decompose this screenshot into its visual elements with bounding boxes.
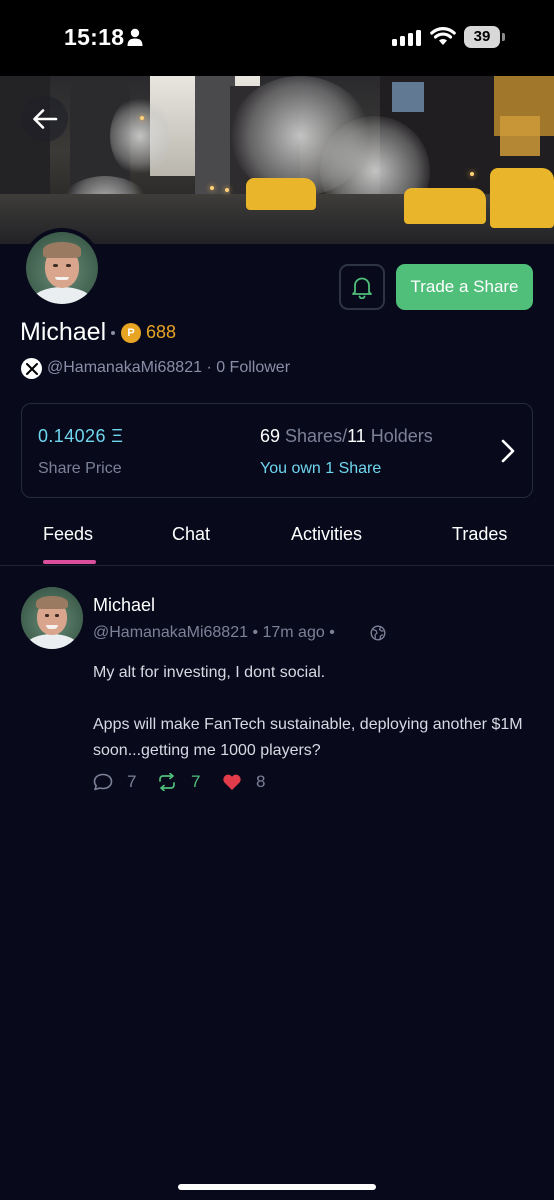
x-logo-icon (21, 358, 42, 379)
globe-icon (370, 625, 386, 641)
person-icon (127, 28, 143, 46)
post-author-name[interactable]: Michael (93, 595, 155, 616)
chevron-right-icon (501, 439, 515, 463)
holders-count: 11 (347, 426, 366, 446)
post-body: My alt for investing, I dont social. App… (93, 660, 533, 790)
heart-icon (223, 774, 241, 790)
shares-count: 69 (260, 426, 281, 446)
owned-shares-text: You own 1 Share (260, 460, 382, 477)
name-separator-dot (111, 331, 115, 335)
tab-activities[interactable]: Activities (291, 524, 362, 545)
repost-icon (159, 773, 175, 791)
status-bar: 15:18 39 (0, 0, 554, 76)
like-button[interactable]: 8 (222, 772, 265, 792)
profile-avatar (22, 228, 102, 308)
comment-icon (93, 773, 113, 791)
post-author-avatar[interactable] (21, 587, 83, 649)
signal-icon (392, 30, 421, 46)
post-text-paragraph-1: My alt for investing, I dont social. (93, 664, 326, 681)
shares-label: Shares/ (280, 426, 348, 446)
active-tab-indicator (43, 560, 96, 564)
reply-button[interactable]: 7 (93, 772, 136, 792)
notification-bell-button[interactable] (339, 264, 385, 310)
share-price-label: Share Price (38, 460, 122, 477)
back-button[interactable] (22, 96, 68, 142)
status-time: 15:18 (64, 24, 125, 50)
profile-screen: 15:18 39 Trade a Share Michael P 688 @Ha… (0, 0, 554, 1200)
points-badge-icon: P (121, 323, 141, 343)
share-price-value: 0.14026 Ξ (38, 426, 124, 446)
profile-handle[interactable]: @HamanakaMi68821 · 0 Follower (47, 359, 290, 377)
post-text-paragraph-2: Apps will make FanTech sustainable, depl… (93, 716, 523, 759)
arrow-left-icon (33, 109, 58, 129)
post-meta: @HamanakaMi68821 • 17m ago • (93, 624, 335, 641)
bell-icon (352, 277, 372, 299)
profile-banner (0, 76, 554, 244)
tab-feeds[interactable]: Feeds (43, 524, 93, 545)
home-indicator[interactable] (178, 1184, 376, 1190)
repost-button[interactable]: 7 (157, 772, 200, 792)
reply-count: 7 (127, 772, 137, 791)
share-stats-card[interactable]: 0.14026 Ξ Share Price 69 Shares/11 Holde… (21, 403, 533, 498)
repost-count: 7 (191, 772, 201, 791)
profile-name: Michael (20, 318, 107, 346)
shares-holders-line: 69 Shares/11 Holders (260, 426, 433, 447)
like-count: 8 (256, 772, 266, 791)
wifi-icon (430, 27, 456, 45)
points-value: 688 (146, 322, 177, 342)
holders-label: Holders (365, 426, 433, 446)
profile-tabs: Feeds Chat Activities Trades (0, 518, 554, 566)
trade-share-button[interactable]: Trade a Share (396, 264, 533, 310)
tab-trades[interactable]: Trades (452, 524, 507, 545)
battery-icon: 39 (464, 26, 506, 48)
tab-chat[interactable]: Chat (172, 524, 210, 545)
battery-level: 39 (473, 28, 491, 45)
